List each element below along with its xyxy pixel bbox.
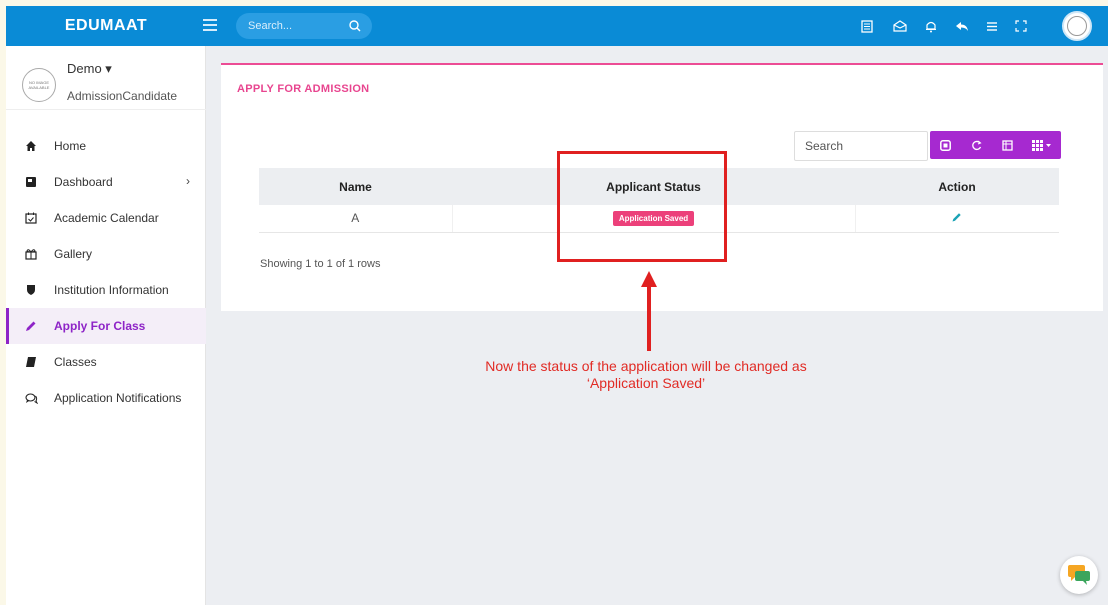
edit-pencil-icon[interactable] bbox=[952, 211, 962, 225]
column-header-action[interactable]: Action bbox=[855, 168, 1059, 205]
status-badge: Application Saved bbox=[612, 211, 695, 227]
sidebar-item-label: Dashboard bbox=[54, 175, 113, 189]
app-frame: EDUMAAT NO IMAGE AVAILABLE Demo ▾ Admiss… bbox=[6, 6, 1108, 605]
cell-name: A bbox=[259, 205, 453, 233]
annotation-line-1: Now the status of the application will b… bbox=[485, 358, 807, 374]
reply-icon[interactable] bbox=[952, 16, 972, 36]
header-search[interactable] bbox=[236, 13, 372, 39]
calendar-icon bbox=[24, 211, 38, 225]
mail-icon[interactable] bbox=[890, 16, 910, 36]
bell-icon[interactable] bbox=[921, 16, 941, 36]
shield-icon bbox=[24, 283, 38, 297]
list-icon[interactable] bbox=[982, 16, 1002, 36]
sidebar-nav: Home Dashboard › Academic Calendar Galle… bbox=[6, 128, 206, 416]
sidebar-item-label: Gallery bbox=[54, 247, 93, 261]
sidebar-item-label: Apply For Class bbox=[54, 319, 146, 333]
dashboard-icon bbox=[24, 175, 38, 189]
cell-action bbox=[855, 205, 1059, 233]
top-bar: EDUMAAT bbox=[6, 6, 1108, 46]
search-icon[interactable] bbox=[348, 19, 362, 33]
sidebar: NO IMAGE AVAILABLE Demo ▾ AdmissionCandi… bbox=[6, 46, 206, 605]
chevron-right-icon: › bbox=[186, 174, 190, 188]
pagination-info: Showing 1 to 1 of 1 rows bbox=[260, 258, 381, 270]
news-icon[interactable] bbox=[857, 16, 877, 36]
page-title: APPLY FOR ADMISSION bbox=[237, 83, 370, 95]
profile-role: AdmissionCandidate bbox=[67, 89, 178, 103]
profile-avatar: NO IMAGE AVAILABLE bbox=[22, 68, 56, 102]
table-toolbar bbox=[930, 131, 1061, 159]
annotation-line-2: ‘Application Saved’ bbox=[586, 375, 706, 391]
book-icon bbox=[24, 355, 38, 369]
sidebar-item-institution-information[interactable]: Institution Information bbox=[6, 272, 206, 308]
sidebar-item-label: Institution Information bbox=[54, 283, 169, 297]
menu-toggle-icon[interactable] bbox=[203, 19, 217, 33]
home-icon bbox=[24, 139, 38, 153]
sidebar-item-label: Academic Calendar bbox=[54, 211, 159, 225]
annotation-note: Now the status of the application will b… bbox=[451, 358, 841, 392]
sidebar-item-apply-for-class[interactable]: Apply For Class bbox=[6, 308, 206, 344]
table-search-input[interactable] bbox=[794, 131, 928, 161]
profile-block: NO IMAGE AVAILABLE Demo ▾ AdmissionCandi… bbox=[6, 46, 206, 110]
chat-icon bbox=[24, 391, 38, 405]
sidebar-item-label: Classes bbox=[54, 355, 97, 369]
header-search-input[interactable] bbox=[248, 17, 338, 35]
brand-logo[interactable]: EDUMAAT bbox=[6, 6, 206, 46]
user-avatar[interactable] bbox=[1062, 11, 1092, 41]
pencil-icon bbox=[24, 319, 38, 333]
columns-dropdown-button[interactable] bbox=[1023, 131, 1061, 159]
support-chat-button[interactable] bbox=[1060, 556, 1098, 594]
fullscreen-icon[interactable] bbox=[1011, 16, 1031, 36]
refresh-button[interactable] bbox=[961, 131, 992, 159]
sidebar-item-label: Home bbox=[54, 139, 87, 153]
sidebar-item-gallery[interactable]: Gallery bbox=[6, 236, 206, 272]
apply-admission-card: APPLY FOR ADMISSION Name Applicant Statu… bbox=[221, 63, 1103, 311]
chat-bubble-icon bbox=[1068, 565, 1090, 585]
sidebar-item-application-notifications[interactable]: Application Notifications bbox=[6, 380, 206, 416]
applications-table: Name Applicant Status Action A Applicati… bbox=[259, 168, 1059, 233]
gallery-icon bbox=[24, 247, 38, 261]
column-header-applicant-status[interactable]: Applicant Status bbox=[452, 168, 855, 205]
table-header-row: Name Applicant Status Action bbox=[259, 168, 1059, 205]
sidebar-item-dashboard[interactable]: Dashboard › bbox=[6, 164, 206, 200]
sidebar-item-classes[interactable]: Classes bbox=[6, 344, 206, 380]
up-arrow-icon bbox=[641, 271, 657, 351]
sidebar-item-label: Application Notifications bbox=[54, 391, 182, 405]
column-header-name[interactable]: Name bbox=[259, 168, 452, 205]
cell-status: Application Saved bbox=[452, 205, 856, 233]
sidebar-item-home[interactable]: Home bbox=[6, 128, 206, 164]
toggle-pagination-button[interactable] bbox=[930, 131, 961, 159]
profile-name[interactable]: Demo ▾ bbox=[67, 61, 112, 77]
sidebar-item-academic-calendar[interactable]: Academic Calendar bbox=[6, 200, 206, 236]
table-row: A Application Saved bbox=[259, 205, 1059, 233]
toggle-view-button[interactable] bbox=[992, 131, 1023, 159]
